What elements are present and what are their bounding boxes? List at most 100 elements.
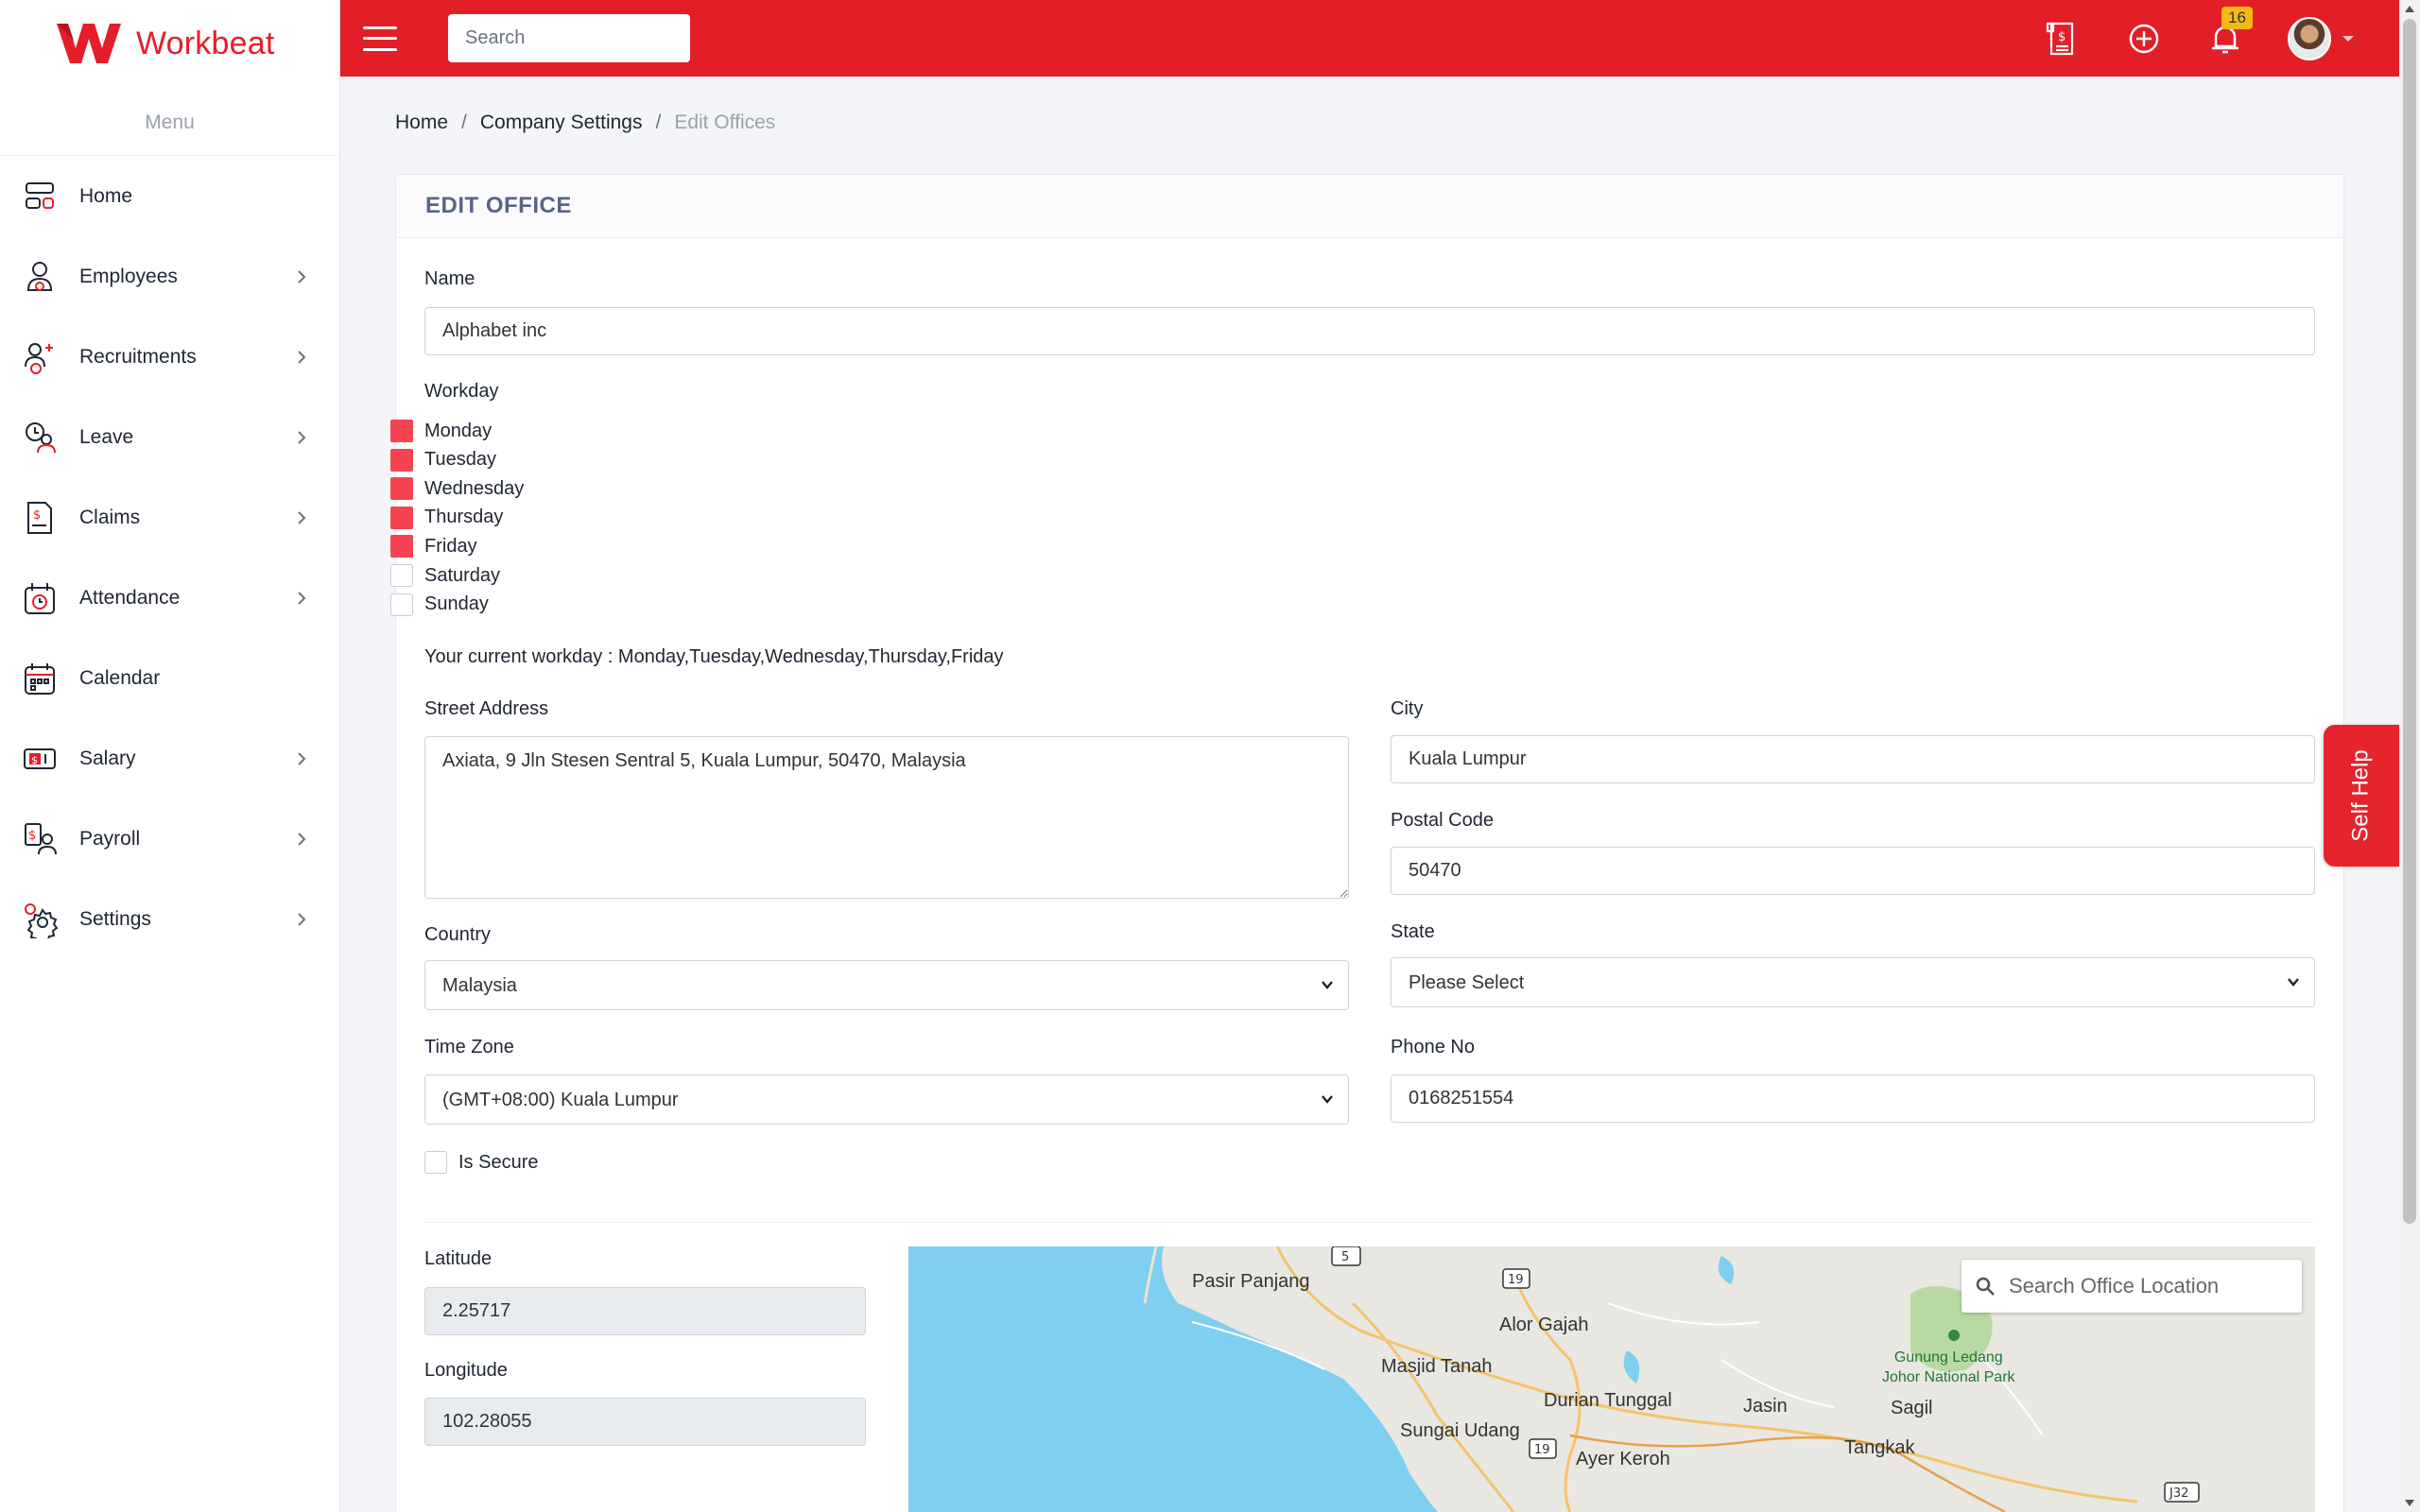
payroll-icon: $: [25, 822, 57, 854]
road-marker: 19: [1502, 1268, 1530, 1289]
home-icon: [26, 181, 54, 209]
workday-checkbox[interactable]: [390, 506, 413, 529]
current-workday-text: Your current workday : Monday,Tuesday,We…: [424, 646, 1004, 667]
office-location-map[interactable]: 5 19 19 J32 Pasir Panjang Alor Gajah Mas…: [908, 1246, 2315, 1512]
breadcrumb-company-settings[interactable]: Company Settings: [480, 112, 643, 134]
phone-input[interactable]: [1391, 1074, 2315, 1123]
svg-text:$: $: [31, 754, 38, 766]
workday-option-tuesday: Tuesday: [390, 448, 496, 472]
notification-bell[interactable]: 16: [2206, 6, 2253, 58]
breadcrumb: Home / Company Settings / Edit Offices: [395, 112, 775, 134]
workday-checkbox[interactable]: [390, 593, 413, 616]
workday-option-friday: Friday: [390, 535, 477, 558]
self-help-label: Self Help: [2348, 749, 2375, 842]
search-input[interactable]: [448, 14, 690, 62]
map-place-label: Sungai Udang: [1400, 1420, 1520, 1441]
sidebar-item-payroll[interactable]: $ Payroll: [0, 799, 339, 879]
sidebar-item-label: Home: [79, 184, 133, 207]
sidebar-item-recruitments[interactable]: Recruitments: [0, 317, 339, 397]
hamburger-menu-icon[interactable]: [363, 25, 397, 53]
workday-label: Wednesday: [424, 477, 525, 499]
svg-text:$: $: [28, 829, 36, 843]
chevron-right-icon: [298, 430, 306, 444]
workday-checkbox[interactable]: [390, 420, 413, 442]
workday-label: Friday: [424, 535, 477, 557]
scroll-thumb[interactable]: [2403, 19, 2416, 1224]
sidebar-item-label: Settings: [79, 907, 151, 930]
road-marker: 19: [1529, 1438, 1557, 1459]
chevron-right-icon: [298, 591, 306, 605]
road-marker: J32: [2164, 1482, 2200, 1503]
name-input[interactable]: [424, 307, 2315, 355]
sidebar-item-settings[interactable]: Settings: [0, 879, 339, 959]
map-place-label: Sagil: [1891, 1398, 1933, 1418]
logo[interactable]: Workbeat: [0, 0, 339, 87]
search-icon: [1976, 1277, 1995, 1296]
leave-icon: [26, 421, 56, 453]
workday-label: Tuesday: [424, 449, 496, 471]
scroll-up-arrow-icon[interactable]: [2405, 6, 2414, 12]
workday-label: Workday: [424, 381, 499, 402]
workday-checkbox[interactable]: [390, 448, 413, 472]
workbeat-logo-icon: [57, 24, 121, 63]
country-select[interactable]: Malaysia: [424, 960, 1349, 1010]
workday-checkbox[interactable]: [390, 564, 413, 587]
card-header: EDIT OFFICE: [396, 175, 2343, 238]
page-scrollbar[interactable]: [2399, 0, 2420, 1512]
salary-icon: $: [24, 747, 56, 769]
sidebar-item-label: Leave: [79, 425, 134, 448]
caret-down-icon: [2342, 35, 2354, 42]
add-circle-icon[interactable]: [2125, 20, 2163, 58]
city-input[interactable]: [1391, 735, 2315, 783]
country-label: Country: [424, 924, 492, 945]
sidebar-item-employees[interactable]: Employees: [0, 236, 339, 317]
state-select-wrap: Please Select: [1391, 957, 2315, 1007]
time-zone-label: Time Zone: [424, 1037, 514, 1057]
sidebar-item-calendar[interactable]: Calendar: [0, 638, 339, 718]
is-secure-checkbox[interactable]: [424, 1151, 447, 1174]
workday-option-thursday: Thursday: [390, 506, 504, 529]
sidebar-item-home[interactable]: Home: [0, 156, 339, 236]
workday-label: Saturday: [424, 564, 501, 586]
workday-checkbox[interactable]: [390, 535, 413, 558]
svg-text:J32: J32: [2169, 1486, 2188, 1501]
sidebar-item-leave[interactable]: Leave: [0, 397, 339, 477]
sidebar-item-salary[interactable]: $ Salary: [0, 718, 339, 799]
chevron-right-icon: [298, 912, 306, 926]
postal-code-input[interactable]: [1391, 847, 2315, 895]
map-park-label: Gunung Ledang Johor National Park: [1882, 1349, 2015, 1388]
user-menu[interactable]: [2288, 16, 2354, 60]
section-divider: [424, 1222, 2313, 1223]
map-place-label: Alor Gajah: [1499, 1314, 1589, 1335]
workday-label: Thursday: [424, 507, 504, 528]
payslip-icon[interactable]: $: [2044, 20, 2082, 58]
menu-label: Menu: [0, 87, 339, 156]
longitude-label: Longitude: [424, 1360, 508, 1381]
scroll-down-arrow-icon[interactable]: [2405, 1500, 2414, 1506]
map-place-label: Masjid Tanah: [1381, 1356, 1493, 1377]
street-address-textarea[interactable]: Axiata, 9 Jln Stesen Sentral 5, Kuala Lu…: [424, 736, 1349, 899]
sidebar-item-label: Recruitments: [79, 345, 197, 368]
state-select[interactable]: Please Select: [1391, 957, 2315, 1007]
name-label: Name: [424, 268, 475, 289]
self-help-tab[interactable]: Self Help: [2324, 725, 2399, 867]
breadcrumb-separator: /: [655, 112, 662, 133]
workday-checkbox[interactable]: [390, 477, 413, 501]
sidebar-item-attendance[interactable]: Attendance: [0, 558, 339, 638]
calendar-icon: [25, 662, 55, 695]
svg-text:$: $: [33, 508, 41, 523]
time-zone-select[interactable]: (GMT+08:00) Kuala Lumpur: [424, 1074, 1349, 1125]
map-place-label: Ayer Keroh: [1576, 1449, 1670, 1469]
sidebar-item-claims[interactable]: $ Claims: [0, 477, 339, 558]
map-place-label: Jasin: [1743, 1396, 1788, 1417]
map-search-input[interactable]: [2009, 1274, 2283, 1298]
sidebar-item-label: Salary: [79, 747, 136, 769]
page-title: EDIT OFFICE: [425, 193, 572, 218]
latitude-input[interactable]: [424, 1287, 866, 1335]
breadcrumb-current: Edit Offices: [674, 112, 776, 133]
workday-option-sunday: Sunday: [390, 593, 489, 616]
country-select-wrap: Malaysia: [424, 960, 1349, 1010]
settings-icon: [25, 902, 59, 938]
breadcrumb-home[interactable]: Home: [395, 112, 448, 134]
longitude-input[interactable]: [424, 1398, 866, 1446]
